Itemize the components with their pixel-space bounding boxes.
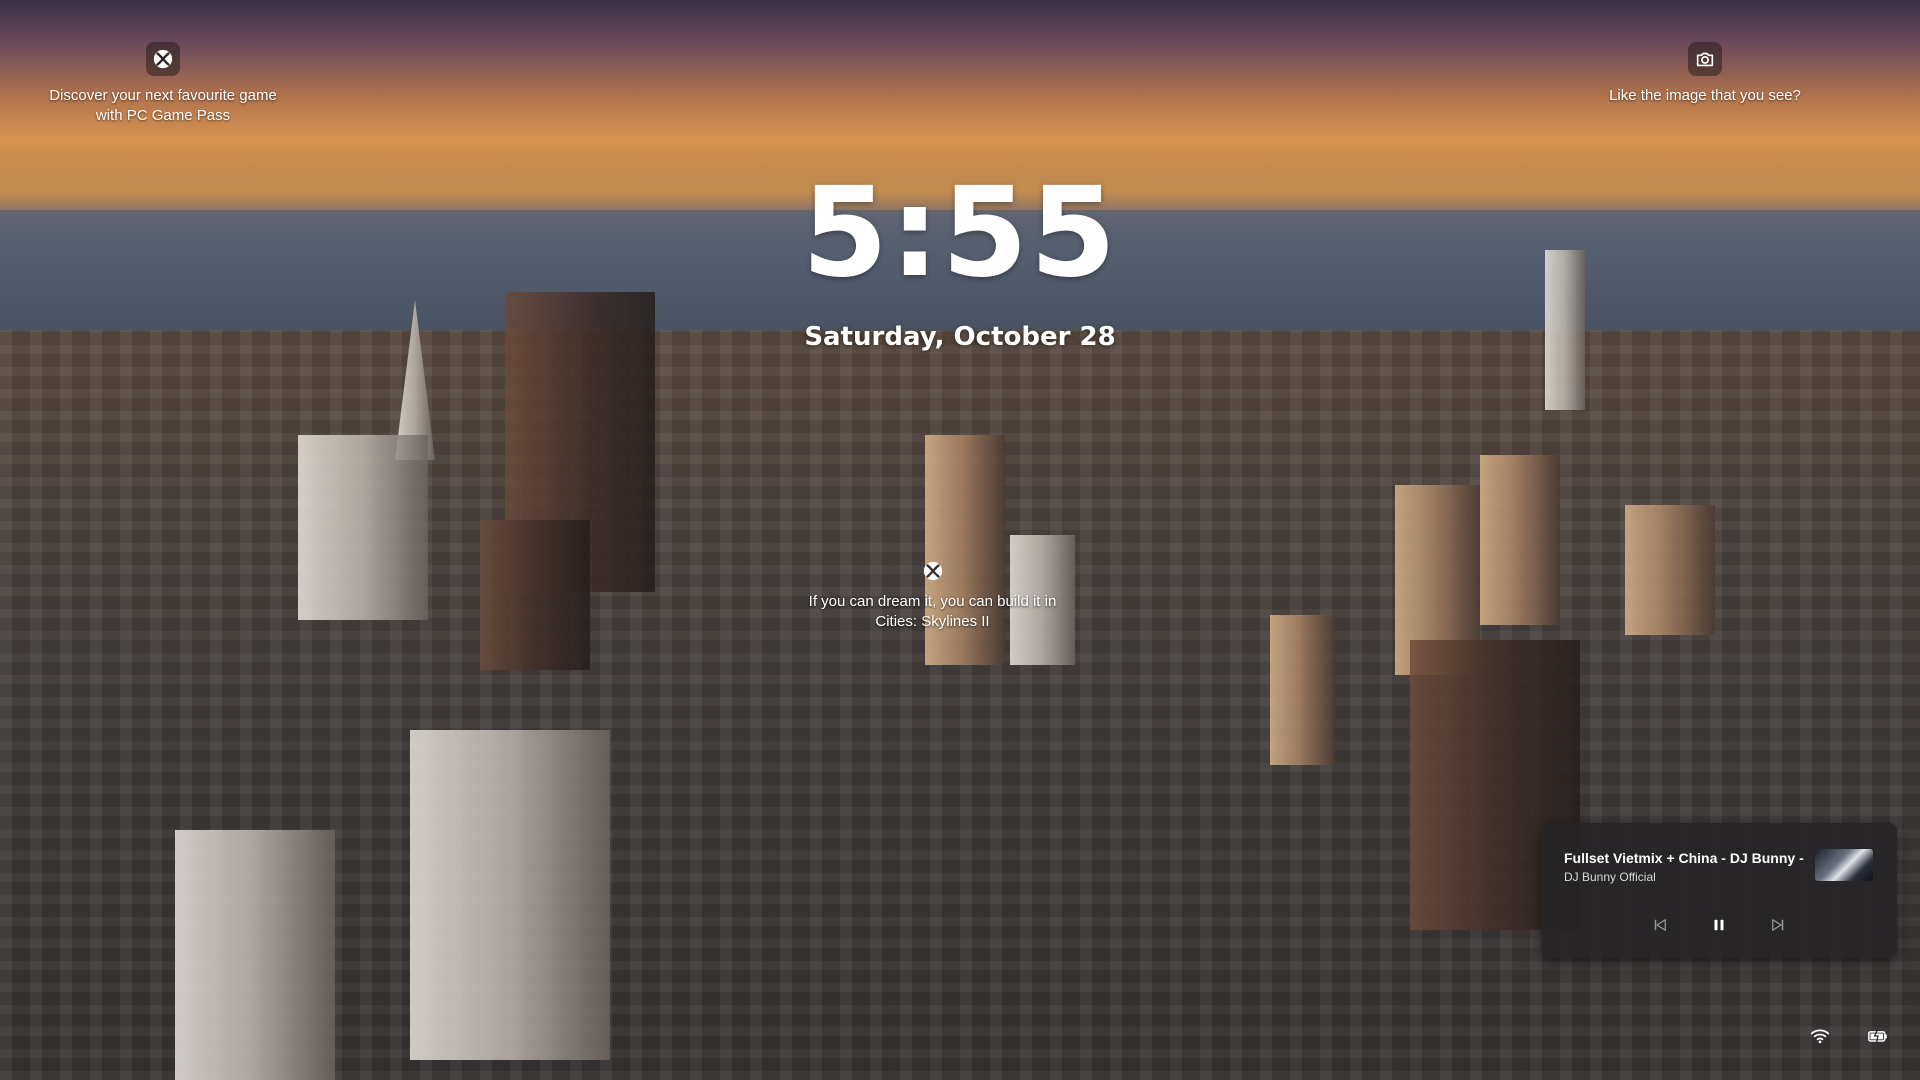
next-track-button[interactable] (1766, 913, 1790, 937)
xbox-icon (146, 42, 180, 76)
battery-charging-icon[interactable] (1866, 1024, 1890, 1048)
game-pass-widget[interactable]: Discover your next favourite game with P… (40, 42, 286, 126)
lock-clock: 5:55 (801, 161, 1119, 305)
spotlight-text: Like the image that you see? (1609, 87, 1801, 104)
media-artist: DJ Bunny Official (1564, 870, 1656, 884)
wallpaper-building (298, 435, 428, 620)
wallpaper-building (1625, 505, 1715, 635)
spotlight-widget[interactable]: Like the image that you see? (1600, 42, 1810, 106)
pause-button[interactable] (1707, 913, 1731, 937)
lock-date: Saturday, October 28 (804, 322, 1116, 352)
previous-track-button[interactable] (1648, 913, 1672, 937)
game-pass-line1: Discover your next favourite game (49, 87, 277, 104)
media-player[interactable]: Fullset Vietmix + China - DJ Bunny -... … (1541, 823, 1897, 958)
xbox-icon (922, 560, 944, 582)
game-promo-line1: If you can dream it, you can build it in (808, 593, 1057, 610)
wallpaper-building (410, 730, 610, 1060)
media-thumbnail (1815, 849, 1873, 881)
media-title: Fullset Vietmix + China - DJ Bunny -... (1564, 850, 1804, 866)
game-promo-widget[interactable]: If you can dream it, you can build it in… (760, 560, 1105, 632)
wallpaper-building (480, 520, 590, 670)
camera-icon (1688, 42, 1722, 76)
wallpaper-building (1480, 455, 1560, 625)
lock-screen: Discover your next favourite game with P… (0, 0, 1920, 1080)
next-track-icon (1772, 919, 1784, 931)
wallpaper-building (175, 830, 335, 1080)
wallpaper-building (1270, 615, 1335, 765)
pause-icon (1714, 919, 1724, 931)
wifi-icon[interactable] (1808, 1024, 1832, 1048)
media-controls (1541, 913, 1897, 937)
game-pass-line2: with PC Game Pass (95, 107, 231, 124)
previous-track-icon (1654, 919, 1666, 931)
game-promo-line2: Cities: Skylines II (875, 613, 990, 630)
